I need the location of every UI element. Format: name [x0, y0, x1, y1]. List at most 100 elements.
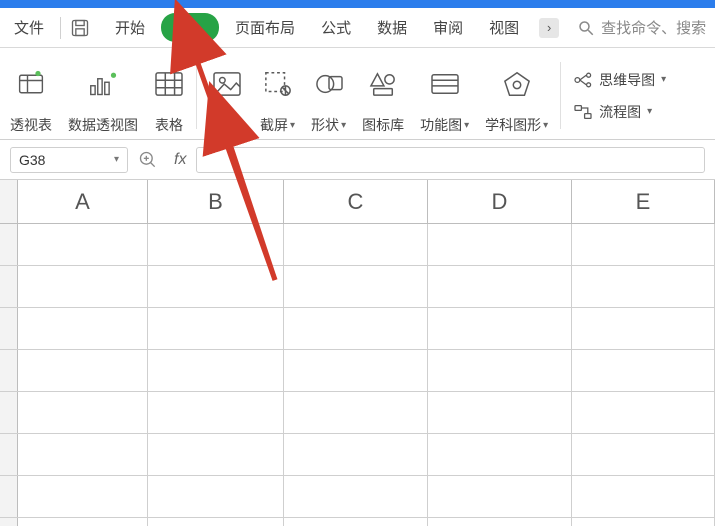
col-header-B[interactable]: B	[148, 180, 284, 223]
cell[interactable]	[428, 308, 572, 349]
col-header-A[interactable]: A	[18, 180, 148, 223]
cell[interactable]	[572, 224, 715, 265]
col-header-D[interactable]: D	[428, 180, 572, 223]
tab-insert[interactable]: 插入	[161, 13, 219, 42]
cell[interactable]	[148, 392, 284, 433]
ribbon-screenshot[interactable]: 截屏▾	[252, 56, 303, 135]
ribbon-label: 透视表	[10, 115, 52, 135]
cell[interactable]	[284, 518, 428, 526]
tab-review[interactable]: 审阅	[423, 13, 473, 42]
table-row	[0, 266, 715, 308]
chevron-down-icon: ▾	[341, 120, 346, 131]
cell[interactable]	[284, 476, 428, 517]
table-row	[0, 434, 715, 476]
ribbon-flowchart[interactable]: 流程图▾	[573, 102, 666, 122]
cell[interactable]	[18, 224, 148, 265]
ribbon-pivot-table[interactable]: 透视表	[2, 56, 60, 135]
cell[interactable]	[148, 308, 284, 349]
cell[interactable]	[428, 392, 572, 433]
cell[interactable]	[18, 266, 148, 307]
subject-shapes-icon	[502, 67, 532, 101]
ribbon-picture[interactable]: 图片▾	[201, 56, 252, 135]
cell[interactable]	[18, 308, 148, 349]
cell[interactable]	[428, 224, 572, 265]
ribbon-function-chart[interactable]: 功能图▾	[412, 56, 477, 135]
cell[interactable]	[148, 518, 284, 526]
save-icon[interactable]	[69, 18, 91, 38]
fx-label[interactable]: fx	[174, 151, 186, 169]
row-header[interactable]	[0, 392, 18, 433]
tab-formula[interactable]: 公式	[311, 13, 361, 42]
cell[interactable]	[18, 434, 148, 475]
cell[interactable]	[148, 476, 284, 517]
cell[interactable]	[572, 350, 715, 391]
cell[interactable]	[148, 266, 284, 307]
row-header[interactable]	[0, 350, 18, 391]
col-header-E[interactable]: E	[572, 180, 715, 223]
row-header[interactable]	[0, 224, 18, 265]
cell[interactable]	[18, 518, 148, 526]
ribbon-label: 学科图形	[485, 115, 541, 135]
cell[interactable]	[572, 392, 715, 433]
cell[interactable]	[148, 434, 284, 475]
cell[interactable]	[572, 518, 715, 526]
ribbon-subject-shapes[interactable]: 学科图形▾	[477, 56, 556, 135]
name-box[interactable]: G38 ▾	[10, 147, 128, 173]
table-row	[0, 476, 715, 518]
tab-layout[interactable]: 页面布局	[225, 13, 305, 42]
table-row	[0, 518, 715, 526]
formula-input[interactable]	[196, 147, 705, 173]
row-header[interactable]	[0, 266, 18, 307]
zoom-icon[interactable]	[138, 150, 158, 170]
cell[interactable]	[18, 350, 148, 391]
cell[interactable]	[18, 476, 148, 517]
cell[interactable]	[428, 266, 572, 307]
search-placeholder: 查找命令、搜索	[601, 17, 706, 38]
command-search[interactable]: 查找命令、搜索	[577, 17, 706, 38]
ribbon-shapes[interactable]: 形状▾	[303, 56, 354, 135]
tab-data[interactable]: 数据	[367, 13, 417, 42]
cell[interactable]	[284, 224, 428, 265]
row-header[interactable]	[0, 434, 18, 475]
ribbon-mindmap[interactable]: 思维导图▾	[573, 70, 666, 90]
cell[interactable]	[148, 224, 284, 265]
cell[interactable]	[148, 350, 284, 391]
tab-start[interactable]: 开始	[105, 13, 155, 42]
main-tabs: 开始 插入 页面布局 公式 数据 审阅 视图 ›	[105, 13, 559, 42]
cell[interactable]	[572, 308, 715, 349]
tabs-overflow[interactable]: ›	[539, 18, 559, 38]
col-header-C[interactable]: C	[284, 180, 428, 223]
cell[interactable]	[18, 392, 148, 433]
row-header[interactable]	[0, 308, 18, 349]
formula-bar: G38 ▾ fx	[0, 140, 715, 180]
chevron-down-icon: ▾	[661, 74, 666, 85]
column-headers: A B C D E	[0, 180, 715, 224]
pivot-table-icon	[16, 67, 46, 101]
cell[interactable]	[284, 350, 428, 391]
cell[interactable]	[572, 476, 715, 517]
cell[interactable]	[428, 350, 572, 391]
mindmap-icon	[573, 72, 593, 88]
menu-bar: 文件 开始 插入 页面布局 公式 数据 审阅 视图 › 查找命令、搜索	[0, 8, 715, 48]
tab-view[interactable]: 视图	[479, 13, 529, 42]
ribbon-icon-library[interactable]: 图标库	[354, 56, 412, 135]
cell[interactable]	[572, 434, 715, 475]
cell[interactable]	[284, 434, 428, 475]
cell[interactable]	[284, 308, 428, 349]
file-menu[interactable]: 文件	[6, 13, 52, 42]
cell[interactable]	[428, 518, 572, 526]
cell[interactable]	[428, 434, 572, 475]
ribbon-label: 表格	[155, 115, 183, 135]
row-header[interactable]	[0, 476, 18, 517]
ribbon-pivot-chart[interactable]: 数据透视图	[60, 56, 146, 135]
ribbon-table[interactable]: 表格	[146, 56, 192, 135]
cell[interactable]	[428, 476, 572, 517]
chevron-down-icon: ▾	[464, 120, 469, 131]
select-all-corner[interactable]	[0, 180, 18, 223]
spreadsheet-grid[interactable]: A B C D E 系统之家	[0, 180, 715, 526]
cell[interactable]	[572, 266, 715, 307]
screenshot-icon	[263, 67, 293, 101]
row-header[interactable]	[0, 518, 18, 526]
cell[interactable]	[284, 266, 428, 307]
cell[interactable]	[284, 392, 428, 433]
